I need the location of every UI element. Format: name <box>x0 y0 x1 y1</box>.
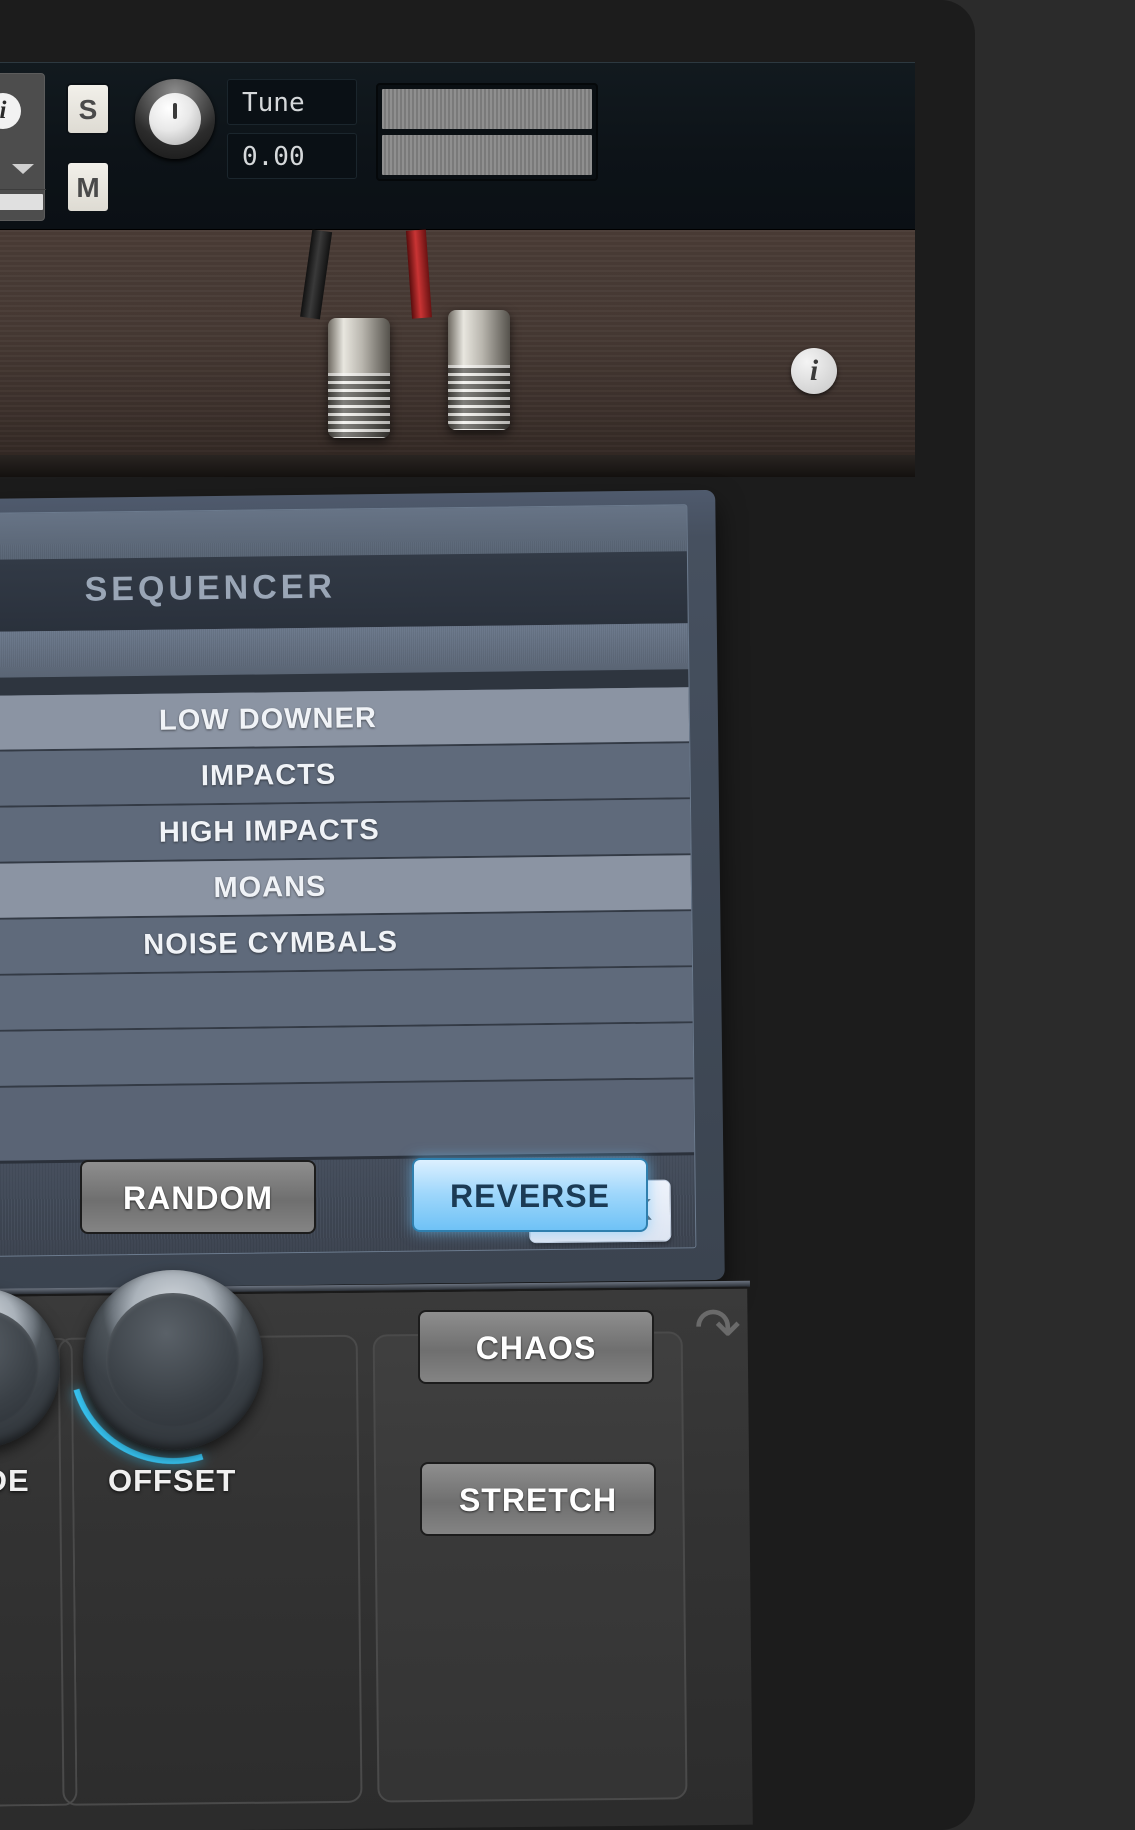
info-icon[interactable]: i <box>0 93 21 129</box>
sequencer-row-label: NOISE CYMBALS <box>0 911 692 976</box>
sequencer-row[interactable] <box>0 1023 694 1091</box>
output-level-meter <box>376 83 598 181</box>
kontakt-instrument-header: i Max: 99 99 MB Purge S M <box>0 62 915 279</box>
sequencer-row-label: IMPACTS <box>0 743 690 808</box>
mute-button[interactable]: M <box>66 161 110 213</box>
sequencer-slot-list[interactable]: LOW DOWNER IMPACTS HIGH IMPACTS MOANS NOISE … <box>0 687 695 1164</box>
cable-plug-right <box>448 310 510 430</box>
toggle-group-right <box>372 1331 688 1803</box>
offset-knob-label: OFFSET <box>108 1463 237 1498</box>
sequencer-row-label <box>0 967 693 1032</box>
level-meter-bar-left <box>382 89 592 129</box>
level-meter-bar-right <box>382 135 592 175</box>
plugin-window-frame: i Max: 99 99 MB Purge S M <box>0 0 975 1830</box>
rack-shelf-edge <box>0 455 915 477</box>
chaos-button[interactable]: CHAOS <box>418 1310 654 1384</box>
sequencer-row-label: HIGH IMPACTS <box>0 799 691 864</box>
random-button[interactable]: RANDOM <box>80 1160 316 1234</box>
offset-knob[interactable] <box>83 1270 263 1450</box>
sequencer-row-label: MOANS <box>0 855 692 920</box>
info-icon[interactable]: i <box>791 348 837 394</box>
undo-arrow-icon[interactable]: ↶ <box>694 1296 741 1361</box>
sequencer-row-label: LOW DOWNER <box>0 687 690 752</box>
reverse-button[interactable]: REVERSE <box>412 1158 648 1232</box>
voice-meter-segment <box>0 194 43 210</box>
tune-knob-pointer <box>173 103 177 119</box>
chevron-down-icon <box>12 164 34 174</box>
instrument-info-box: i Max: 99 99 MB Purge <box>0 73 46 221</box>
tune-label: Tune <box>227 79 357 125</box>
sequencer-row-label <box>0 1023 694 1088</box>
tune-value[interactable]: 0.00 <box>227 133 357 179</box>
glide-knob-label: GLIDE <box>0 1463 30 1498</box>
sequencer-inner: SEQUENCER LOW DOWNER IMPACTS HIGH IMPACTS M… <box>0 504 697 1260</box>
cable-plug-left <box>328 318 390 438</box>
solo-button[interactable]: S <box>66 83 110 135</box>
tune-knob[interactable] <box>135 79 215 159</box>
stretch-button[interactable]: STRETCH <box>420 1462 656 1536</box>
purge-dropdown[interactable]: Purge <box>0 142 46 190</box>
app-screenshot: i Max: 99 99 MB Purge S M <box>0 0 1135 1830</box>
